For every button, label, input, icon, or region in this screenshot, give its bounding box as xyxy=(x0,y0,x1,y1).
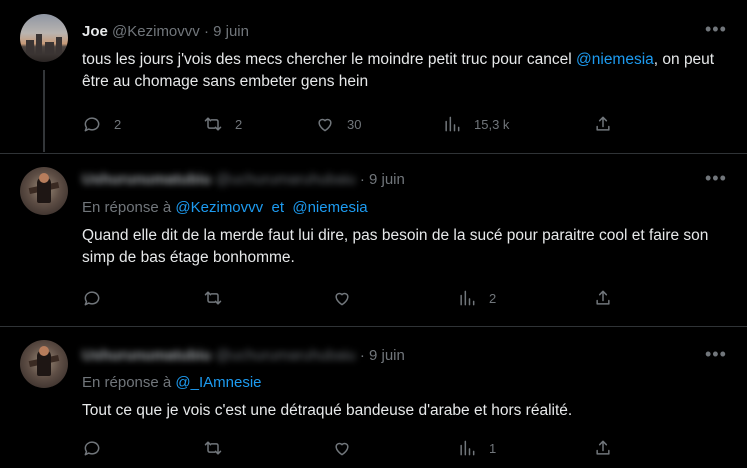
retweet-icon xyxy=(204,117,222,131)
tweet-text: Quand elle dit de la merde faut lui dire… xyxy=(82,227,709,266)
retweet-icon xyxy=(204,441,222,455)
action-bar: 1 xyxy=(82,438,722,462)
reply-prefix: En réponse à xyxy=(82,199,172,216)
views-button[interactable]: 2 xyxy=(457,288,496,308)
views-count: 1 xyxy=(489,440,497,456)
more-icon[interactable]: ••• xyxy=(705,344,727,365)
mention-link[interactable]: @_IAmnesie xyxy=(175,374,261,391)
more-icon[interactable]: ••• xyxy=(705,168,727,189)
tweet-header: Ushurunumatubiu @uchurumaruhubaiu · 9 ju… xyxy=(82,347,405,364)
more-icon[interactable]: ••• xyxy=(705,19,727,40)
like-icon xyxy=(318,118,332,132)
share-button[interactable] xyxy=(593,288,613,308)
like-button[interactable] xyxy=(332,288,352,308)
separator: · xyxy=(359,171,365,188)
views-icon xyxy=(460,440,475,456)
reply-prefix: En réponse à xyxy=(82,374,172,391)
retweet-count: 2 xyxy=(235,116,243,132)
separator: · xyxy=(203,23,209,40)
tweet[interactable]: Ushurunumatubiu @uchurumaruhubaiu · 9 ju… xyxy=(0,327,747,468)
author-name[interactable]: Ushurunumatubiu xyxy=(82,171,211,188)
retweet-button[interactable]: 2 xyxy=(203,114,242,134)
mention-link[interactable]: @niemesia xyxy=(292,199,367,216)
reply-button[interactable] xyxy=(82,288,102,308)
views-icon xyxy=(460,290,475,306)
reply-icon xyxy=(84,291,100,306)
reply-icon xyxy=(84,117,100,132)
share-button[interactable] xyxy=(593,438,613,458)
tweet-text: tous les jours j'vois des mecs chercher … xyxy=(82,49,722,93)
share-button[interactable] xyxy=(593,114,613,134)
like-icon xyxy=(335,292,349,306)
like-button[interactable] xyxy=(332,438,352,458)
tweet-header: Joe @Kezimovvv · 9 juin xyxy=(82,23,249,40)
share-icon xyxy=(596,440,610,455)
retweet-icon xyxy=(204,291,222,305)
reply-context: En réponse à @Kezimovvv et @niemesia xyxy=(82,199,368,216)
views-count: 15,3 k xyxy=(474,116,510,132)
tweet-text-part: tous les jours j'vois des mecs chercher … xyxy=(82,51,577,68)
timestamp[interactable]: 9 juin xyxy=(213,23,249,40)
timestamp[interactable]: 9 juin xyxy=(369,347,405,364)
tweet-text: Tout ce que je vois c'est une détraqué b… xyxy=(82,402,573,419)
tweet[interactable]: Joe @Kezimovvv · 9 juin ••• tous les jou… xyxy=(0,0,747,152)
reply-button[interactable]: 2 xyxy=(82,114,121,134)
like-icon xyxy=(335,442,349,456)
mention-link[interactable]: @Kezimovvv xyxy=(175,199,263,216)
thread-line xyxy=(43,70,45,152)
like-button[interactable]: 30 xyxy=(315,114,361,134)
like-count: 30 xyxy=(347,116,362,132)
timestamp[interactable]: 9 juin xyxy=(369,171,405,188)
author-handle[interactable]: @uchurumaruhubaiu xyxy=(215,171,355,188)
retweet-button[interactable] xyxy=(203,438,223,458)
retweet-button[interactable] xyxy=(203,288,223,308)
author-name[interactable]: Joe xyxy=(82,23,108,40)
separator: · xyxy=(359,347,365,364)
avatar[interactable] xyxy=(20,14,68,62)
share-icon xyxy=(596,290,610,305)
mention-link[interactable]: @niemesia xyxy=(576,51,654,68)
avatar[interactable] xyxy=(20,167,68,215)
reply-button[interactable] xyxy=(82,438,102,458)
reply-count: 2 xyxy=(114,116,122,132)
avatar[interactable] xyxy=(20,340,68,388)
author-handle[interactable]: @Kezimovvv xyxy=(112,23,200,40)
action-bar: 2 xyxy=(82,288,722,312)
avatar-figure xyxy=(39,173,49,183)
reply-context: En réponse à @_IAmnesie xyxy=(82,374,262,391)
action-bar: 2 2 30 15,3 k xyxy=(82,114,722,138)
tweet[interactable]: Ushurunumatubiu @uchurumaruhubaiu · 9 ju… xyxy=(0,154,747,326)
share-icon xyxy=(596,116,610,131)
avatar-figure xyxy=(39,346,49,356)
views-icon xyxy=(445,116,460,132)
author-name[interactable]: Ushurunumatubiu xyxy=(82,347,211,364)
reply-and: et xyxy=(271,199,285,216)
reply-icon xyxy=(84,441,100,456)
author-handle[interactable]: @uchurumaruhubaiu xyxy=(215,347,355,364)
tweet-header: Ushurunumatubiu @uchurumaruhubaiu · 9 ju… xyxy=(82,171,405,188)
views-button[interactable]: 1 xyxy=(457,438,496,458)
views-count: 2 xyxy=(489,290,497,306)
views-button[interactable]: 15,3 k xyxy=(442,114,509,134)
